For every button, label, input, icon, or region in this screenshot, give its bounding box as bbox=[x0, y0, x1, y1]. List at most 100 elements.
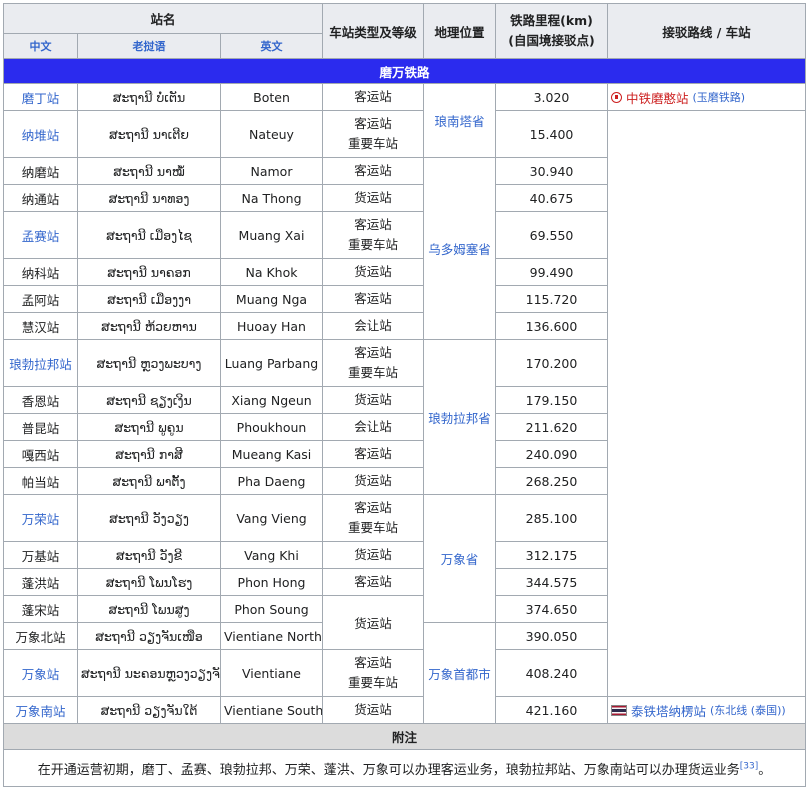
station-zh-cell[interactable]: 磨丁站 bbox=[3, 83, 78, 111]
station-km: 211.620 bbox=[495, 413, 608, 441]
station-type: 货运站 bbox=[322, 541, 424, 569]
note-text: 在开通运营初期，磨丁、孟赛、琅勃拉邦、万荣、蓬洪、万象可以办理客运业务，琅勃拉邦… bbox=[37, 762, 740, 778]
province-cell[interactable]: 琅勃拉邦省 bbox=[423, 339, 496, 495]
station-km: 421.160 bbox=[495, 696, 608, 724]
station-zh-cell[interactable]: 万荣站 bbox=[3, 494, 78, 542]
station-type: 客运站 重要车站 bbox=[322, 110, 424, 158]
station-type: 会让站 bbox=[322, 312, 424, 340]
station-type-label: 客运站 bbox=[354, 291, 392, 306]
station-type: 客运站 bbox=[322, 285, 424, 313]
station-type: 客运站 重要车站 bbox=[322, 494, 424, 542]
station-type-label: 客运站 bbox=[354, 655, 392, 670]
header-en-link[interactable]: 英文 bbox=[261, 40, 283, 53]
station-type-label: 客运站 bbox=[354, 345, 392, 360]
station-zh-cell: 蓬宋站 bbox=[3, 595, 78, 623]
station-type-label: 货运站 bbox=[354, 392, 392, 407]
station-zh-cell: 纳磨站 bbox=[3, 157, 78, 185]
connection-line-link[interactable]: (东北线 (泰国)) bbox=[710, 702, 786, 718]
station-km: 115.720 bbox=[495, 285, 608, 313]
header-lao-link[interactable]: 老挝语 bbox=[133, 40, 166, 53]
header-en[interactable]: 英文 bbox=[220, 33, 323, 59]
province-link[interactable]: 万象省 bbox=[441, 552, 479, 567]
station-type: 客运站 bbox=[322, 440, 424, 468]
province-link[interactable]: 万象首都市 bbox=[428, 667, 491, 682]
station-lao-name: ສະຖານີ ຫຼວງພະບາງ bbox=[77, 339, 221, 387]
header-lao[interactable]: 老挝语 bbox=[77, 33, 221, 59]
station-type-label: 货运站 bbox=[354, 190, 392, 205]
station-zh-link[interactable]: 纳堆站 bbox=[22, 128, 60, 143]
station-zh-cell: 慧汉站 bbox=[3, 312, 78, 340]
station-km: 69.550 bbox=[495, 211, 608, 259]
station-type-label: 客运站 bbox=[354, 446, 392, 461]
province-cell[interactable]: 琅南塔省 bbox=[423, 83, 496, 158]
station-en-name: Vientiane North bbox=[220, 622, 323, 650]
station-type: 客运站 重要车站 bbox=[322, 649, 424, 697]
station-km: 268.250 bbox=[495, 467, 608, 495]
china-railway-icon bbox=[611, 91, 622, 103]
header-mileage-line1: 铁路里程(km) bbox=[510, 13, 593, 28]
note-end: 。 bbox=[758, 762, 772, 778]
station-lao-name: ສະຖານີ ເມືອງງາ bbox=[77, 285, 221, 313]
station-type-label: 重要车站 bbox=[347, 520, 398, 535]
station-type-label: 货运站 bbox=[354, 473, 392, 488]
station-type-label: 货运站 bbox=[354, 702, 392, 717]
station-zh-cell[interactable]: 万象南站 bbox=[3, 696, 78, 724]
station-km: 390.050 bbox=[495, 622, 608, 650]
header-zh-link[interactable]: 中文 bbox=[30, 40, 52, 53]
province-link[interactable]: 琅南塔省 bbox=[434, 114, 484, 129]
station-lao-name: ສະຖານີ ຊຽງເງິນ bbox=[77, 386, 221, 414]
connection-station-link[interactable]: 泰铁塔纳楞站 bbox=[631, 701, 706, 720]
station-type-label: 重要车站 bbox=[347, 136, 398, 151]
station-lao-name: ສະຖານີ ວັງວຽງ bbox=[77, 494, 221, 542]
station-zh-cell: 嘎西站 bbox=[3, 440, 78, 468]
station-type-label: 重要车站 bbox=[347, 237, 398, 252]
station-en-name: Phon Hong bbox=[220, 568, 323, 596]
station-en-name: Luang Parbang bbox=[220, 339, 323, 387]
station-zh-link[interactable]: 琅勃拉邦站 bbox=[9, 357, 72, 372]
note-title: 附注 bbox=[3, 723, 806, 750]
station-type-label: 会让站 bbox=[354, 318, 392, 333]
station-lao-name: ສະຖານີ ພູຄູນ bbox=[77, 413, 221, 441]
station-km: 3.020 bbox=[495, 83, 608, 111]
province-link[interactable]: 乌多姆塞省 bbox=[428, 242, 491, 257]
province-cell[interactable]: 乌多姆塞省 bbox=[423, 157, 496, 340]
station-en-name: Na Thong bbox=[220, 184, 323, 212]
station-lao-name: ສະຖານີ ນາທອງ bbox=[77, 184, 221, 212]
province-link[interactable]: 琅勃拉邦省 bbox=[428, 411, 491, 426]
station-type: 会让站 bbox=[322, 413, 424, 441]
station-zh-link[interactable]: 万象站 bbox=[22, 667, 60, 682]
station-type: 货运站 bbox=[322, 386, 424, 414]
station-zh-link[interactable]: 万象南站 bbox=[15, 704, 65, 719]
station-lao-name: ສະຖານີ ວຽງຈັນໃຕ້ bbox=[77, 696, 221, 724]
connection-station-link[interactable]: 中铁磨憨站 bbox=[626, 88, 689, 107]
station-zh-link[interactable]: 孟赛站 bbox=[22, 229, 60, 244]
header-location: 地理位置 bbox=[423, 3, 496, 59]
station-zh-cell[interactable]: 孟赛站 bbox=[3, 211, 78, 259]
station-zh-link[interactable]: 磨丁站 bbox=[22, 91, 60, 106]
station-en-name: Huoay Han bbox=[220, 312, 323, 340]
station-en-name: Muang Nga bbox=[220, 285, 323, 313]
station-km: 240.090 bbox=[495, 440, 608, 468]
province-cell[interactable]: 万象首都市 bbox=[423, 622, 496, 724]
station-lao-name: ສະຖານີ ນະຄອນຫຼວງວຽງຈັນ bbox=[77, 649, 221, 697]
station-km: 285.100 bbox=[495, 494, 608, 542]
station-en-name: Mueang Kasi bbox=[220, 440, 323, 468]
connection-cell[interactable]: 泰铁塔纳楞站 (东北线 (泰国)) bbox=[607, 696, 806, 724]
station-en-name: Na Khok bbox=[220, 258, 323, 286]
station-zh-cell: 普昆站 bbox=[3, 413, 78, 441]
station-row: 万象南站 ສະຖານີ ວຽງຈັນໃຕ້ Vientiane South 货运站 42… bbox=[3, 696, 806, 724]
header-zh[interactable]: 中文 bbox=[3, 33, 78, 59]
station-type-label: 货运站 bbox=[354, 547, 392, 562]
station-zh-cell[interactable]: 琅勃拉邦站 bbox=[3, 339, 78, 387]
station-zh-link[interactable]: 万荣站 bbox=[22, 512, 60, 527]
connection-cell[interactable]: 中铁磨憨站 (玉磨铁路) bbox=[607, 83, 806, 111]
station-zh-cell[interactable]: 纳堆站 bbox=[3, 110, 78, 158]
province-cell[interactable]: 万象省 bbox=[423, 494, 496, 623]
station-km: 30.940 bbox=[495, 157, 608, 185]
station-lao-name: ສະຖານີ ບໍ່ເຕັນ bbox=[77, 83, 221, 111]
connection-line-link[interactable]: (玉磨铁路) bbox=[693, 89, 746, 105]
station-zh-cell: 万象北站 bbox=[3, 622, 78, 650]
station-zh-cell[interactable]: 万象站 bbox=[3, 649, 78, 697]
note-ref[interactable]: [33] bbox=[740, 761, 758, 771]
station-km: 408.240 bbox=[495, 649, 608, 697]
